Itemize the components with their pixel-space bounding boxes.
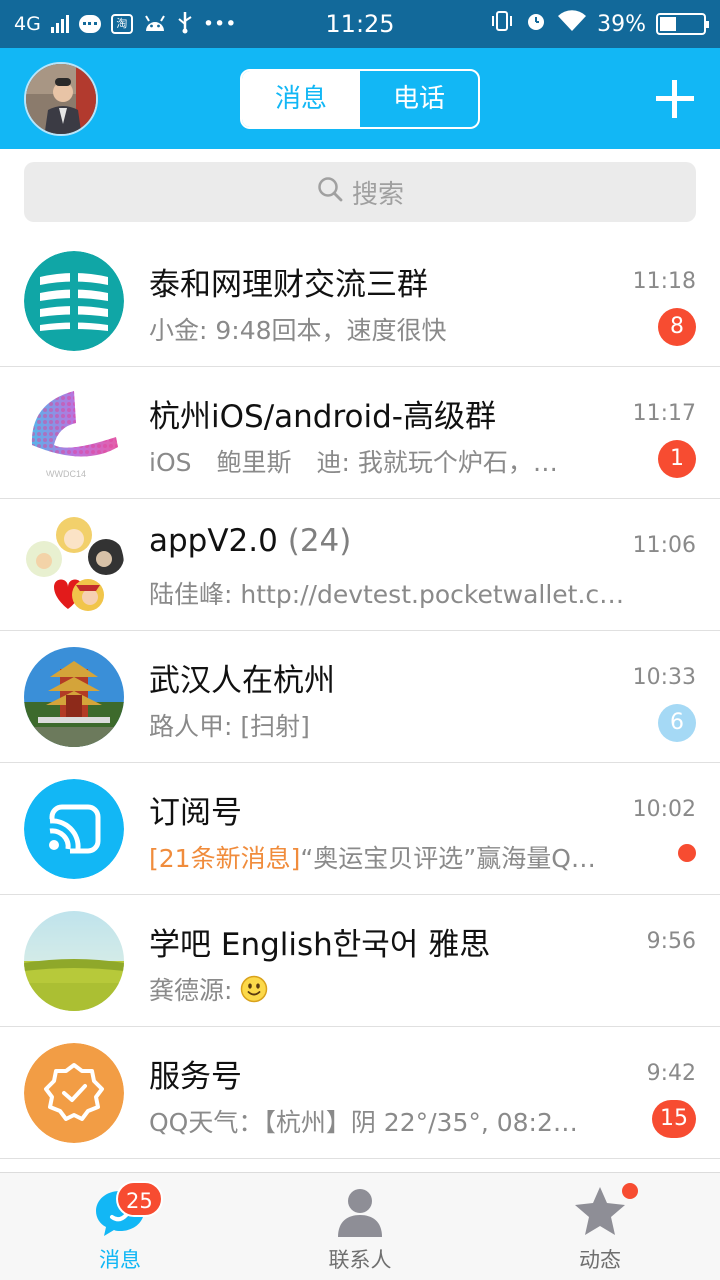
conversation-preview: 陆佳峰: http://devtest.pocketwallet.cn/do… <box>149 580 629 609</box>
profile-avatar[interactable] <box>24 62 98 136</box>
tab-label: 联系人 <box>328 1248 392 1272</box>
tab-calls[interactable]: 电话 <box>360 71 478 127</box>
conversation-row[interactable]: 泰和网理财交流三群 11:18 小金: 9:48回本，速度很快 8 <box>0 235 720 367</box>
conversation-time: 11:06 <box>632 533 696 558</box>
new-message-count: [21条新消息] <box>149 844 301 873</box>
tab-label: 动态 <box>579 1248 621 1272</box>
conversation-title: 服务号 <box>149 1051 570 1096</box>
tab-label: 消息 <box>99 1248 141 1272</box>
search-placeholder: 搜索 <box>351 179 404 210</box>
conversation-name: 武汉人在杭州 <box>149 663 335 699</box>
conversation-row[interactable]: appV2.0 (24) 11:06 陆佳峰: http://devtest.p… <box>0 499 720 631</box>
group-avatar: WWDC14 <box>24 383 124 483</box>
status-bar: 4G 淘 ••• 11:25 39% <box>0 0 720 48</box>
conversation-row[interactable]: 武汉人在杭州 10:33 路人甲: [扫射] 6 <box>0 631 720 763</box>
conversation-name: 学吧 English한국어 雅思 <box>149 927 491 963</box>
conversation-title: 杭州iOS/android-高级群 <box>149 391 570 436</box>
conversation-preview: [21条新消息]“奥运宝贝评选”赢海量Q… <box>149 839 629 875</box>
group-avatar <box>24 647 124 747</box>
star-icon <box>573 1185 627 1241</box>
header-segmented-control: 消息 电话 <box>240 69 480 129</box>
battery-icon <box>656 13 709 35</box>
search-icon <box>316 175 344 210</box>
group-avatar <box>24 251 124 351</box>
tab-moments[interactable]: 动态 <box>480 1173 720 1280</box>
unread-dot <box>678 844 696 862</box>
person-icon <box>334 1185 386 1243</box>
conversation-preview: 小金: 9:48回本，速度很快 <box>149 316 447 345</box>
conversation-title: appV2.0 (24) <box>149 523 570 559</box>
app-header: 消息 电话 <box>0 48 720 149</box>
unread-badge-muted: 6 <box>658 704 696 742</box>
conversation-name: 订阅号 <box>149 795 242 831</box>
conversation-time: 11:18 <box>632 269 696 294</box>
conversation-title: 泰和网理财交流三群 <box>149 259 570 304</box>
conversation-title: 学吧 English한국어 雅思 <box>149 919 570 964</box>
conversation-row[interactable]: 订阅号 10:02 [21条新消息]“奥运宝贝评选”赢海量Q… <box>0 763 720 895</box>
tab-unread-badge: 25 <box>116 1181 163 1217</box>
conversation-preview: QQ天气：【杭州】阴 22°/35°, 08:2… <box>149 1108 578 1137</box>
smile-emoji-icon <box>240 975 268 1009</box>
conversation-name: appV2.0 <box>149 523 278 559</box>
conversation-time: 11:17 <box>632 401 696 426</box>
search-input[interactable]: 搜索 <box>24 162 696 222</box>
conversation-time: 9:42 <box>646 1061 696 1086</box>
conversation-name: 服务号 <box>149 1059 242 1095</box>
group-avatar <box>24 911 124 1011</box>
tab-messages-bottom[interactable]: 25 消息 <box>0 1173 240 1280</box>
conversation-row[interactable]: 服务号 9:42 QQ天气：【杭州】阴 22°/35°, 08:2… 15 <box>0 1027 720 1159</box>
vibrate-icon <box>489 10 515 38</box>
conversation-row[interactable]: 学吧 English한국어 雅思 9:56 龚德源: <box>0 895 720 1027</box>
conversation-preview: iOS 鲍里斯 迪: 我就玩个炉石，… <box>149 448 558 477</box>
plus-icon[interactable] <box>656 80 694 118</box>
conversation-row[interactable]: WWDC14 杭州iOS/android-高级群 11:17 iOS 鲍里斯 迪… <box>0 367 720 499</box>
member-count: (24) <box>287 523 352 559</box>
conversation-name: 杭州iOS/android-高级群 <box>149 399 496 435</box>
unread-badge: 1 <box>658 440 696 478</box>
conversation-title: 订阅号 <box>149 787 570 832</box>
wifi-icon <box>557 10 587 38</box>
subscription-icon <box>24 779 124 879</box>
service-icon <box>24 1043 124 1143</box>
conversation-time: 10:33 <box>632 665 696 690</box>
alarm-icon <box>525 10 547 38</box>
unread-badge: 15 <box>652 1100 696 1138</box>
search-container: 搜索 <box>0 149 720 235</box>
tab-messages[interactable]: 消息 <box>242 71 360 127</box>
moments-new-dot <box>622 1183 638 1199</box>
svg-text:WWDC14: WWDC14 <box>46 469 86 479</box>
unread-badge: 8 <box>658 308 696 346</box>
conversation-time: 9:56 <box>646 929 696 954</box>
conversation-name: 泰和网理财交流三群 <box>149 267 428 303</box>
conversation-preview: 龚德源: <box>149 971 629 1009</box>
battery-level <box>660 17 676 31</box>
preview-text: “奥运宝贝评选”赢海量Q… <box>300 844 596 873</box>
group-avatar <box>24 515 124 615</box>
status-right: 39% <box>489 8 709 40</box>
bottom-tab-bar: 25 消息 联系人 动态 <box>0 1172 720 1280</box>
conversation-preview: 路人甲: [扫射] <box>149 712 310 741</box>
tab-contacts[interactable]: 联系人 <box>240 1173 480 1280</box>
conversation-time: 10:02 <box>632 797 696 822</box>
battery-percent: 39% <box>597 11 646 37</box>
preview-text: 龚德源: <box>149 976 241 1005</box>
conversation-title: 武汉人在杭州 <box>149 655 570 700</box>
conversation-list: 泰和网理财交流三群 11:18 小金: 9:48回本，速度很快 8 WWDC14… <box>0 235 720 1159</box>
